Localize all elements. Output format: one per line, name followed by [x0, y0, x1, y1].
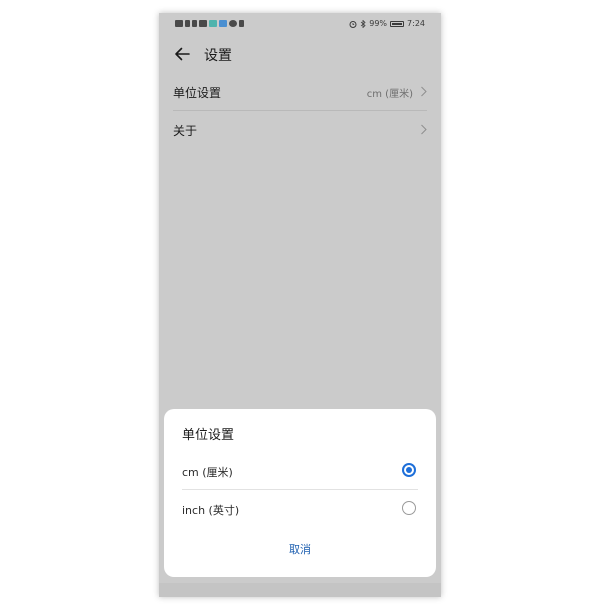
- signal-strength-icon: [185, 20, 190, 27]
- radio-checked[interactable]: [402, 463, 416, 477]
- option-label: inch (英寸): [182, 504, 240, 517]
- alarm-icon: [349, 20, 357, 28]
- clock: 7:24: [407, 19, 425, 28]
- message-icon: [229, 20, 237, 27]
- signal-strength-2-icon: [192, 20, 197, 27]
- battery-icon: [390, 20, 405, 27]
- battery-percent: 99%: [369, 19, 388, 28]
- chevron-right-icon: [421, 124, 427, 135]
- file-icon: [239, 20, 244, 27]
- status-icons-right: 99% 7:24: [349, 19, 425, 28]
- settings-item-unit[interactable]: 单位设置 cm (厘米): [173, 73, 427, 111]
- radio-unchecked[interactable]: [402, 501, 416, 515]
- status-icons-left: [175, 20, 244, 27]
- option-label: cm (厘米): [182, 466, 233, 479]
- phone-screen: 99% 7:24 设置 单位设置 cm (厘米) 关于 单位设置 cm (厘米): [159, 13, 441, 597]
- settings-list: 单位设置 cm (厘米) 关于: [159, 73, 441, 148]
- settings-item-about[interactable]: 关于: [173, 111, 427, 148]
- settings-item-label: 关于: [173, 124, 198, 138]
- option-inch[interactable]: inch (英寸): [182, 491, 418, 527]
- unit-settings-dialog: 单位设置 cm (厘米) inch (英寸) 取消: [164, 409, 436, 577]
- back-arrow-icon[interactable]: [173, 45, 191, 63]
- app-notification-2-icon: [219, 20, 227, 27]
- page-title: 设置: [204, 48, 232, 64]
- bluetooth-icon: [360, 19, 366, 28]
- wifi-icon: [199, 20, 207, 27]
- dialog-title: 单位设置: [182, 428, 235, 443]
- settings-item-label: 单位设置: [173, 86, 222, 100]
- app-bar: 设置: [159, 37, 441, 73]
- option-cm[interactable]: cm (厘米): [182, 453, 418, 490]
- cancel-button[interactable]: 取消: [164, 541, 436, 557]
- settings-item-value: cm (厘米): [366, 89, 413, 100]
- app-notification-icon: [209, 20, 217, 27]
- status-bar: 99% 7:24: [159, 13, 441, 37]
- bottom-shade: [159, 583, 441, 597]
- signal-icon: [175, 20, 183, 27]
- chevron-right-icon: [421, 86, 427, 97]
